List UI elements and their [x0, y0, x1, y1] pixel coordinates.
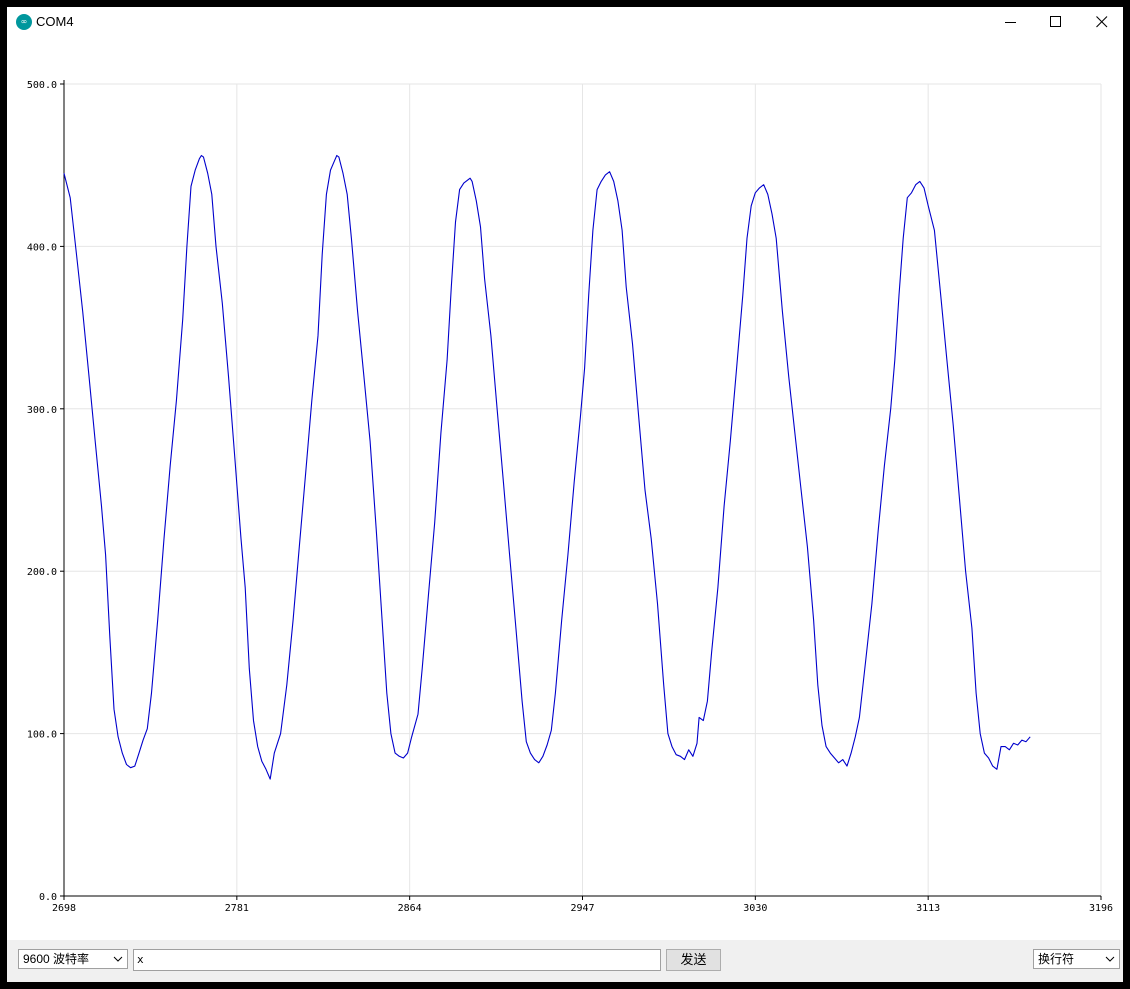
- serial-plotter-window: ∞ COM4 2698 2781 2864 2947 3030 3113 3196 0.0 10…: [7, 7, 1123, 982]
- baud-rate-select[interactable]: 9600 波特率: [18, 949, 128, 969]
- bottom-toolbar: 9600 波特率 x 发送 换行符: [7, 940, 1123, 982]
- line-ending-select[interactable]: 换行符: [1033, 949, 1120, 969]
- x-tick-label: 3196: [1089, 903, 1113, 914]
- y-tick-label: 500.0: [27, 80, 57, 91]
- y-tick-label: 400.0: [27, 242, 57, 253]
- x-tick-label: 2947: [570, 903, 594, 914]
- serial-plot: 2698 2781 2864 2947 3030 3113 3196 0.0 100.0 200.…: [7, 37, 1123, 940]
- y-tick-label: 200.0: [27, 567, 57, 578]
- y-tick-label: 0.0: [39, 892, 57, 903]
- send-input[interactable]: x: [133, 949, 661, 971]
- close-button[interactable]: [1079, 7, 1123, 37]
- send-button[interactable]: 发送: [666, 949, 721, 971]
- series-line: [63, 154, 1031, 780]
- baud-rate-value: 9600 波特率: [23, 952, 90, 966]
- chevron-down-icon: [113, 956, 123, 962]
- close-icon: [1096, 16, 1108, 28]
- y-tick-label: 300.0: [27, 405, 57, 416]
- x-tick-label: 2864: [398, 903, 422, 914]
- x-tick-label: 2698: [52, 903, 76, 914]
- x-tick-label: 3113: [916, 903, 940, 914]
- title-bar: ∞ COM4: [7, 7, 1123, 37]
- plot-canvas: 2698 2781 2864 2947 3030 3113 3196 0.0 100.0 200.…: [27, 80, 1113, 914]
- x-tick-label: 2781: [225, 903, 249, 914]
- chevron-down-icon: [1105, 956, 1115, 962]
- arduino-logo-icon: ∞: [16, 14, 32, 30]
- minimize-icon: [1005, 22, 1016, 23]
- x-tick-label: 3030: [743, 903, 767, 914]
- minimize-button[interactable]: [988, 7, 1034, 37]
- line-ending-value: 换行符: [1038, 952, 1075, 966]
- window-title: COM4: [36, 14, 74, 29]
- maximize-button[interactable]: [1033, 7, 1079, 37]
- y-tick-label: 100.0: [27, 730, 57, 741]
- maximize-icon: [1050, 16, 1061, 27]
